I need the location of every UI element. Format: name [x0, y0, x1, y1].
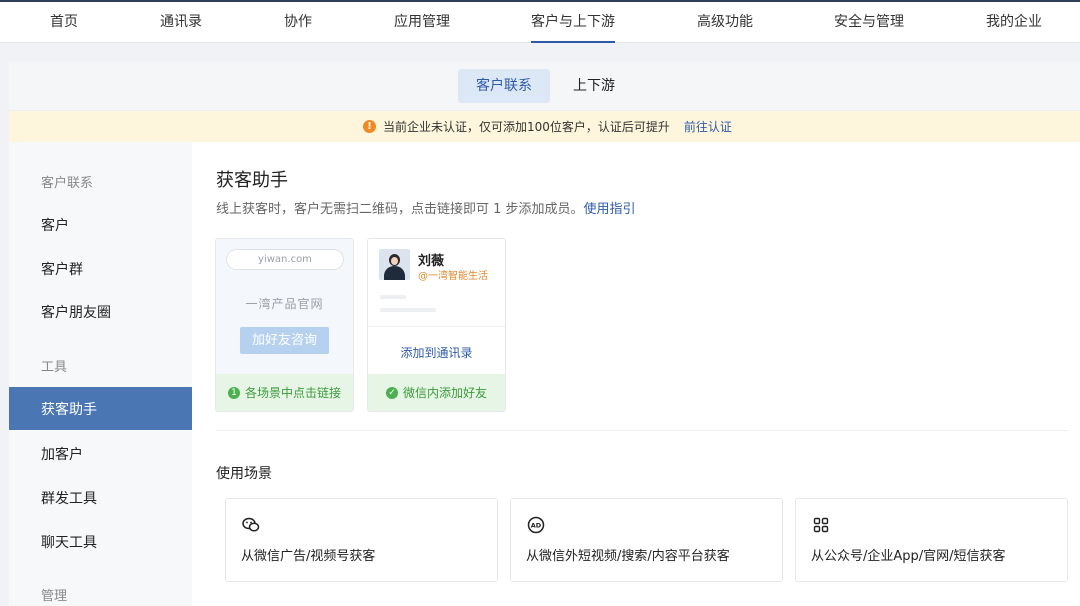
scenes-title: 使用场景 [216, 466, 272, 482]
scene-label: 从微信广告/视频号获客 [241, 549, 376, 564]
top-navigation: 首页 通讯录 协作 应用管理 客户与上下游 高级功能 安全与管理 我的企业 [0, 0, 1080, 43]
profile-preview: 刘薇 @一湾智能生活 [368, 239, 505, 327]
placeholder-line [380, 295, 406, 299]
sidebar-item-add-customer[interactable]: 加客户 [41, 444, 83, 464]
add-to-contacts-link: 添加到通讯录 [400, 346, 473, 360]
page-description: 线上获客时，客户无需扫二维码，点击链接即可 1 步添加成员。使用指引 [216, 198, 636, 217]
certification-notice: ! 当前企业未认证，仅可添加100位客户，认证后可提升 前往认证 [9, 111, 1080, 142]
nav-advanced-features[interactable]: 高级功能 [697, 2, 753, 43]
avatar [379, 249, 410, 280]
tab-bar: 客户联系 上下游 [9, 62, 1080, 111]
page-title: 获客助手 [216, 170, 288, 191]
sidebar-section-tools: 工具 [41, 360, 68, 375]
scene-card-wechat-ads[interactable]: 从微信广告/视频号获客 [225, 498, 498, 582]
scene-card-external-platforms[interactable]: AD 从微信外短视频/搜索/内容平台获客 [510, 498, 783, 582]
placeholder-line [380, 308, 436, 312]
step-text: 各场景中点击链接 [244, 386, 341, 400]
scene-label: 从公众号/企业App/官网/短信获客 [811, 549, 1006, 564]
add-friend-consult-button: 加好友咨询 [240, 327, 329, 354]
member-company: @一湾智能生活 [418, 271, 488, 282]
url-bar: yiwan.com [226, 249, 344, 270]
sidebar-section-manage: 管理 [41, 589, 68, 604]
nav-collaboration[interactable]: 协作 [284, 2, 312, 43]
step-text: 微信内添加好友 [402, 386, 487, 400]
sidebar-item-acquire-assistant[interactable]: 获客助手 [9, 387, 192, 430]
warning-icon: ! [363, 120, 376, 133]
tab-upstream-downstream[interactable]: 上下游 [564, 69, 624, 103]
site-name: 一湾产品官网 [245, 297, 324, 311]
go-certify-link[interactable]: 前往认证 [684, 118, 732, 135]
sidebar-item-chat-tools[interactable]: 聊天工具 [41, 532, 97, 552]
scene-card-official-accounts[interactable]: 从公众号/企业App/官网/短信获客 [795, 498, 1068, 582]
apps-grid-icon [811, 515, 831, 535]
guide-link[interactable]: 使用指引 [584, 202, 636, 217]
ad-icon: AD [526, 515, 546, 535]
sidebar-section-contact: 客户联系 [41, 176, 94, 191]
nav-security-management[interactable]: 安全与管理 [834, 2, 904, 43]
content-area: 获客助手 线上获客时，客户无需扫二维码，点击链接即可 1 步添加成员。使用指引 … [192, 142, 1080, 606]
nav-contacts[interactable]: 通讯录 [160, 2, 202, 43]
divider [216, 430, 1068, 431]
wechat-icon [241, 515, 261, 535]
tab-customer-contact[interactable]: 客户联系 [458, 69, 550, 103]
sidebar-item-customer-group[interactable]: 客户群 [41, 259, 83, 279]
notice-text: 当前企业未认证，仅可添加100位客户，认证后可提升 [383, 120, 670, 134]
nav-home[interactable]: 首页 [50, 2, 78, 43]
step-footer-add-friend: ✓ 微信内添加好友 [368, 374, 505, 411]
preview-card-website: yiwan.com 一湾产品官网 加好友咨询 1 各场景中点击链接 [215, 238, 354, 412]
description-text: 线上获客时，客户无需扫二维码，点击链接即可 1 步添加成员。 [216, 202, 584, 217]
step-number-icon: 1 [227, 386, 240, 399]
svg-text:AD: AD [531, 522, 542, 530]
nav-customers-upstream[interactable]: 客户与上下游 [531, 2, 615, 43]
nav-app-management[interactable]: 应用管理 [394, 2, 450, 43]
website-preview: yiwan.com 一湾产品官网 加好友咨询 [216, 239, 353, 374]
scene-label: 从微信外短视频/搜索/内容平台获客 [526, 549, 730, 564]
check-circle-icon: ✓ [385, 386, 398, 399]
preview-card-profile: 刘薇 @一湾智能生活 添加到通讯录 ✓ 微信内添加好友 [367, 238, 506, 412]
sidebar-item-label: 获客助手 [41, 402, 97, 418]
nav-my-enterprise[interactable]: 我的企业 [986, 2, 1042, 43]
step-footer-click-link: 1 各场景中点击链接 [216, 374, 353, 411]
sidebar-item-customer[interactable]: 客户 [41, 215, 69, 235]
sidebar-item-mass-send[interactable]: 群发工具 [41, 488, 97, 508]
sidebar: 客户联系 客户 客户群 客户朋友圈 工具 获客助手 加客户 群发工具 聊天工具 … [9, 142, 192, 606]
main-panel: 客户联系 上下游 ! 当前企业未认证，仅可添加100位客户，认证后可提升 前往认… [9, 62, 1080, 606]
sidebar-item-customer-moments[interactable]: 客户朋友圈 [41, 302, 111, 322]
